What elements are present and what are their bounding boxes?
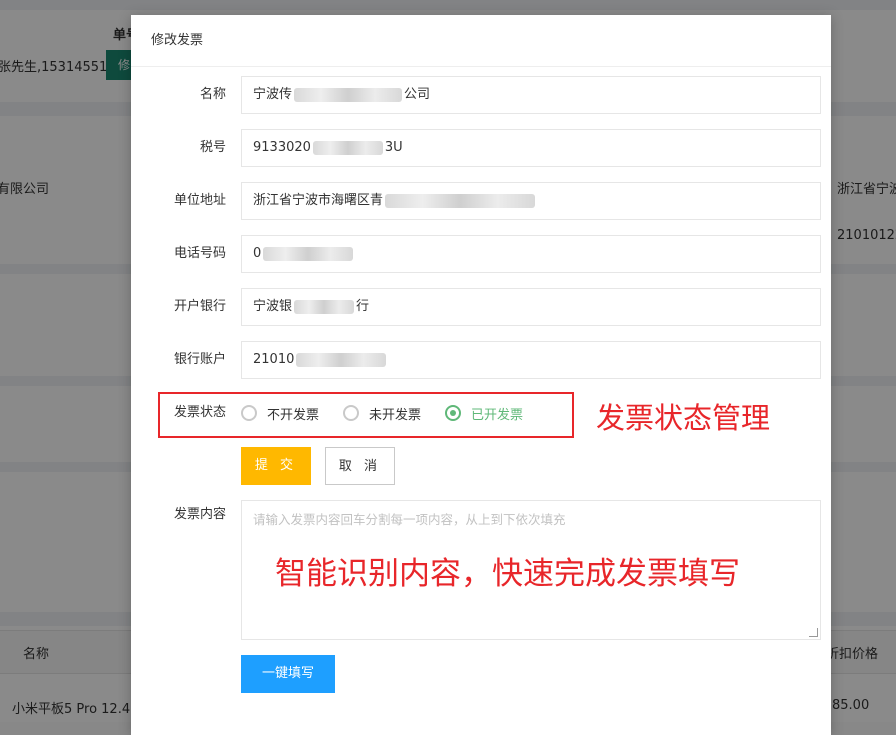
status-annotation: 发票状态管理 bbox=[596, 401, 771, 435]
resize-handle-icon[interactable] bbox=[809, 628, 818, 637]
field-label: 单位地址 bbox=[173, 193, 226, 208]
address-input[interactable]: 浙江省宁波市海曙区青 bbox=[241, 182, 821, 220]
cancel-button[interactable]: 取 消 bbox=[325, 447, 395, 485]
redacted-blur bbox=[263, 246, 354, 261]
field-account-row: 银行账户 21010 bbox=[131, 341, 831, 379]
field-name-row: 名称 宁波传 公司 bbox=[131, 76, 831, 114]
content-annotation: 智能识别内容，快速完成发票填写 bbox=[275, 556, 740, 592]
redacted-blur bbox=[312, 140, 383, 155]
content-label: 发票内容 bbox=[173, 507, 226, 522]
status-highlight-box bbox=[158, 392, 574, 438]
field-label: 银行账户 bbox=[173, 352, 226, 367]
bank-account-input[interactable]: 21010 bbox=[241, 341, 821, 379]
name-input[interactable]: 宁波传 公司 bbox=[241, 76, 821, 114]
phone-input[interactable]: 0 bbox=[241, 235, 821, 273]
field-phone-row: 电话号码 0 bbox=[131, 235, 831, 273]
input-value: 21010 bbox=[253, 352, 295, 367]
field-label: 开户银行 bbox=[173, 299, 226, 314]
redacted-blur bbox=[294, 87, 403, 102]
edit-invoice-modal: 修改发票 名称 宁波传 公司 税号 9133020 3U 单位地址 浙江省宁波市海曙… bbox=[131, 15, 831, 735]
input-value: 宁波传 bbox=[253, 87, 293, 102]
redacted-blur bbox=[385, 193, 536, 208]
input-value: 9133020 bbox=[253, 140, 311, 155]
field-label: 名称 bbox=[199, 87, 226, 102]
field-tax-row: 税号 9133020 3U bbox=[131, 129, 831, 167]
field-label: 税号 bbox=[199, 140, 226, 155]
textarea-placeholder: 请输入发票内容回车分割每一项内容，从上到下依次填充 bbox=[253, 512, 566, 527]
input-value: 宁波银 bbox=[253, 299, 293, 314]
modal-title: 修改发票 bbox=[131, 15, 831, 67]
field-address-row: 单位地址 浙江省宁波市海曙区青 bbox=[131, 182, 831, 220]
input-value: 3U bbox=[384, 140, 403, 155]
input-value: 行 bbox=[356, 299, 370, 314]
auto-fill-button[interactable]: 一键填写 bbox=[241, 655, 335, 693]
input-value: 公司 bbox=[404, 87, 431, 102]
field-bank-row: 开户银行 宁波银 行 bbox=[131, 288, 831, 326]
field-label: 电话号码 bbox=[173, 246, 226, 261]
input-value: 0 bbox=[253, 246, 262, 261]
tax-number-input[interactable]: 9133020 3U bbox=[241, 129, 821, 167]
submit-button[interactable]: 提 交 bbox=[241, 447, 311, 485]
input-value: 浙江省宁波市海曙区青 bbox=[253, 193, 384, 208]
redacted-blur bbox=[294, 299, 355, 314]
redacted-blur bbox=[296, 352, 387, 367]
bank-input[interactable]: 宁波银 行 bbox=[241, 288, 821, 326]
